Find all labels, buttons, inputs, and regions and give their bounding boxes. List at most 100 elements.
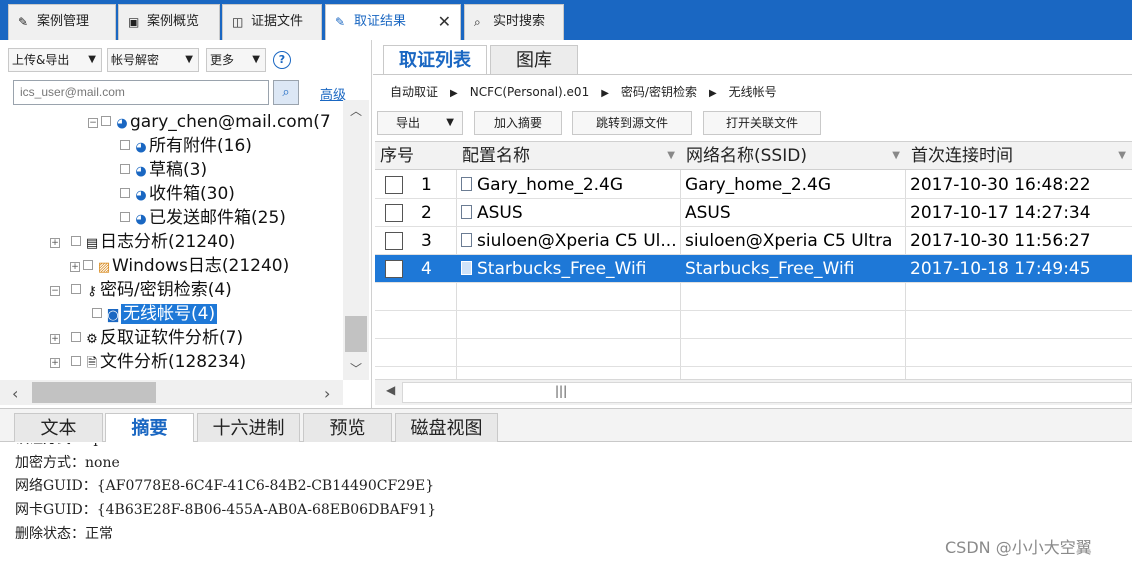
tab-preview[interactable]: 预览 (303, 413, 392, 442)
tree-checkbox[interactable] (101, 116, 111, 126)
chevron-down-icon[interactable]: ﹀ (350, 360, 362, 377)
breadcrumb-item[interactable]: NCFC(Personal).e01 (470, 85, 589, 99)
export-button[interactable]: 导出 ▼ (377, 111, 463, 135)
tree-item-inbox[interactable]: ◕ 收件箱(30) (120, 182, 235, 208)
tree-checkbox[interactable] (120, 212, 130, 222)
mail-folder-icon: ◕ (135, 188, 147, 203)
tab-text[interactable]: 文本 (14, 413, 103, 442)
cell-config-name: Starbucks_Free_Wifi (457, 255, 681, 283)
chevron-left-icon[interactable]: ◀ (386, 383, 395, 397)
row-checkbox[interactable] (385, 176, 403, 194)
tab-disk-view[interactable]: 磁盘视图 (395, 413, 498, 442)
upload-export-dropdown[interactable]: 上传&导出 ▼ (8, 48, 102, 72)
tree-vertical-scroll-thumb[interactable] (345, 316, 367, 352)
tree-item-sent[interactable]: ◕ 已发送邮件箱(25) (120, 206, 286, 232)
column-header-config-name[interactable]: 配置名称 ▼ (457, 142, 681, 170)
row-checkbox[interactable] (385, 232, 403, 250)
tab-hex[interactable]: 十六进制 (197, 413, 300, 442)
tab-label: 证据文件 (251, 14, 304, 29)
anti-forensics-icon: ⚙ (86, 332, 98, 347)
cell-no: 4 (421, 259, 432, 279)
tab-forensic-results[interactable]: ✎ 取证结果 ✕ (325, 4, 461, 40)
tree-item-password-search[interactable]: − ⚷ 密码/密钥检索(4) (50, 278, 232, 304)
tab-realtime-search[interactable]: ⌕ 实时搜索 (464, 4, 564, 40)
tab-gallery[interactable]: 图库 (490, 45, 578, 75)
filter-icon[interactable]: ▼ (667, 142, 675, 170)
cell-no: 1 (421, 175, 432, 195)
breadcrumb-item[interactable]: 自动取证 (390, 85, 438, 99)
tree-item-anti-forensics[interactable]: + ⚙ 反取证软件分析(7) (50, 326, 243, 352)
tree-item-label: 草稿(3) (149, 160, 208, 180)
chevron-down-icon: ▼ (185, 54, 193, 65)
tree-checkbox[interactable] (71, 236, 81, 246)
tree-item-windows-log[interactable]: + ▨ Windows日志(21240) (70, 254, 289, 280)
chevron-up-icon[interactable]: ︿ (350, 102, 362, 119)
table-row[interactable]: 3 siuloen@Xperia C5 Ul... siuloen@Xperia… (375, 227, 1132, 255)
chevron-down-icon: ▼ (446, 117, 454, 128)
tree-checkbox[interactable] (120, 164, 130, 174)
cell-no: 3 (421, 231, 432, 251)
evidence-file-icon: ◫ (232, 15, 244, 29)
search-input[interactable]: ics_user@mail.com (13, 80, 269, 105)
tree-horizontal-scroll-thumb[interactable] (32, 382, 156, 403)
collapse-icon[interactable]: − (88, 118, 98, 128)
add-summary-button[interactable]: 加入摘要 (474, 111, 562, 135)
tree-item-file-analysis[interactable]: + 🗎 文件分析(128234) (50, 350, 246, 376)
tree-item-drafts[interactable]: ◕ 草稿(3) (120, 158, 207, 184)
tab-case-overview[interactable]: ▣ 案例概览 (118, 4, 220, 40)
tree-checkbox[interactable] (92, 308, 102, 318)
close-icon[interactable]: ✕ (438, 5, 451, 39)
config-name-text: siuloen@Xperia C5 Ul... (477, 231, 677, 251)
table-horizontal-scroll-thumb[interactable] (402, 382, 1132, 403)
column-header-label: 配置名称 (462, 146, 530, 166)
column-header-first-connect-time[interactable]: 首次连接时间 ▼ (906, 142, 1132, 170)
search-button[interactable]: ⌕ (273, 80, 299, 105)
detail-auth-mode: 认证方式：open (15, 443, 436, 452)
tree-checkbox[interactable] (71, 356, 81, 366)
column-header-ssid[interactable]: 网络名称(SSID) ▼ (681, 142, 906, 170)
detail-delete-status: 删除状态：正常 (15, 525, 113, 542)
cell-config-name: siuloen@Xperia C5 Ul... (457, 227, 681, 255)
tree-item-mailbox[interactable]: − ◕ gary_chen@mail.com(7 (88, 110, 331, 136)
tab-forensic-list[interactable]: 取证列表 (383, 45, 487, 75)
tree-item-wireless-accounts[interactable]: ◙ 无线帐号(4) (92, 302, 218, 328)
collapse-icon[interactable]: − (50, 286, 60, 296)
table-row[interactable]: 2 ASUS ASUS 2017-10-17 14:27:34 (375, 199, 1132, 227)
expand-icon[interactable]: + (50, 358, 60, 368)
jump-to-source-button[interactable]: 跳转到源文件 (572, 111, 692, 135)
expand-icon[interactable]: + (50, 334, 60, 344)
expand-icon[interactable]: + (50, 238, 60, 248)
tree-checkbox[interactable] (71, 284, 81, 294)
breadcrumb-item[interactable]: 无线帐号 (729, 85, 777, 99)
expand-icon[interactable]: + (70, 262, 80, 272)
cell-time: 2017-10-18 17:49:45 (910, 259, 1091, 279)
table-row[interactable]: 1 Gary_home_2.4G Gary_home_2.4G 2017-10-… (375, 171, 1132, 199)
more-dropdown[interactable]: 更多 ▼ (206, 48, 266, 72)
tree-checkbox[interactable] (120, 188, 130, 198)
open-related-file-button[interactable]: 打开关联文件 (703, 111, 821, 135)
column-header-no[interactable]: 序号 (375, 142, 457, 170)
tree-item-label: 密码/密钥检索(4) (100, 280, 232, 300)
chevron-left-icon[interactable]: ‹ (12, 384, 18, 403)
help-icon[interactable]: ? (273, 51, 291, 69)
tree-item-log-analysis[interactable]: + ▤ 日志分析(21240) (50, 230, 235, 256)
tab-evidence-files[interactable]: ◫ 证据文件 (222, 4, 322, 40)
account-decrypt-dropdown[interactable]: 帐号解密 ▼ (107, 48, 199, 72)
tree-checkbox[interactable] (120, 140, 130, 150)
tree-item-attachments[interactable]: ◕ 所有附件(16) (120, 134, 252, 160)
row-checkbox[interactable] (385, 204, 403, 222)
row-checkbox[interactable] (385, 260, 403, 278)
chevron-right-icon[interactable]: › (324, 384, 330, 403)
table-row-selected[interactable]: 4 Starbucks_Free_Wifi Starbucks_Free_Wif… (375, 255, 1132, 283)
tree-item-label: 所有附件(16) (149, 136, 252, 156)
breadcrumb-item[interactable]: 密码/密钥检索 (621, 85, 697, 99)
tree-checkbox[interactable] (71, 332, 81, 342)
filter-icon[interactable]: ▼ (892, 142, 900, 170)
file-icon (461, 233, 472, 247)
column-header-label: 网络名称(SSID) (686, 146, 807, 166)
windows-log-icon: ▨ (97, 260, 111, 275)
tree-checkbox[interactable] (83, 260, 93, 270)
filter-icon[interactable]: ▼ (1118, 142, 1126, 170)
tab-case-management[interactable]: ✎ 案例管理 (8, 4, 116, 40)
tab-summary[interactable]: 摘要 (105, 413, 194, 442)
